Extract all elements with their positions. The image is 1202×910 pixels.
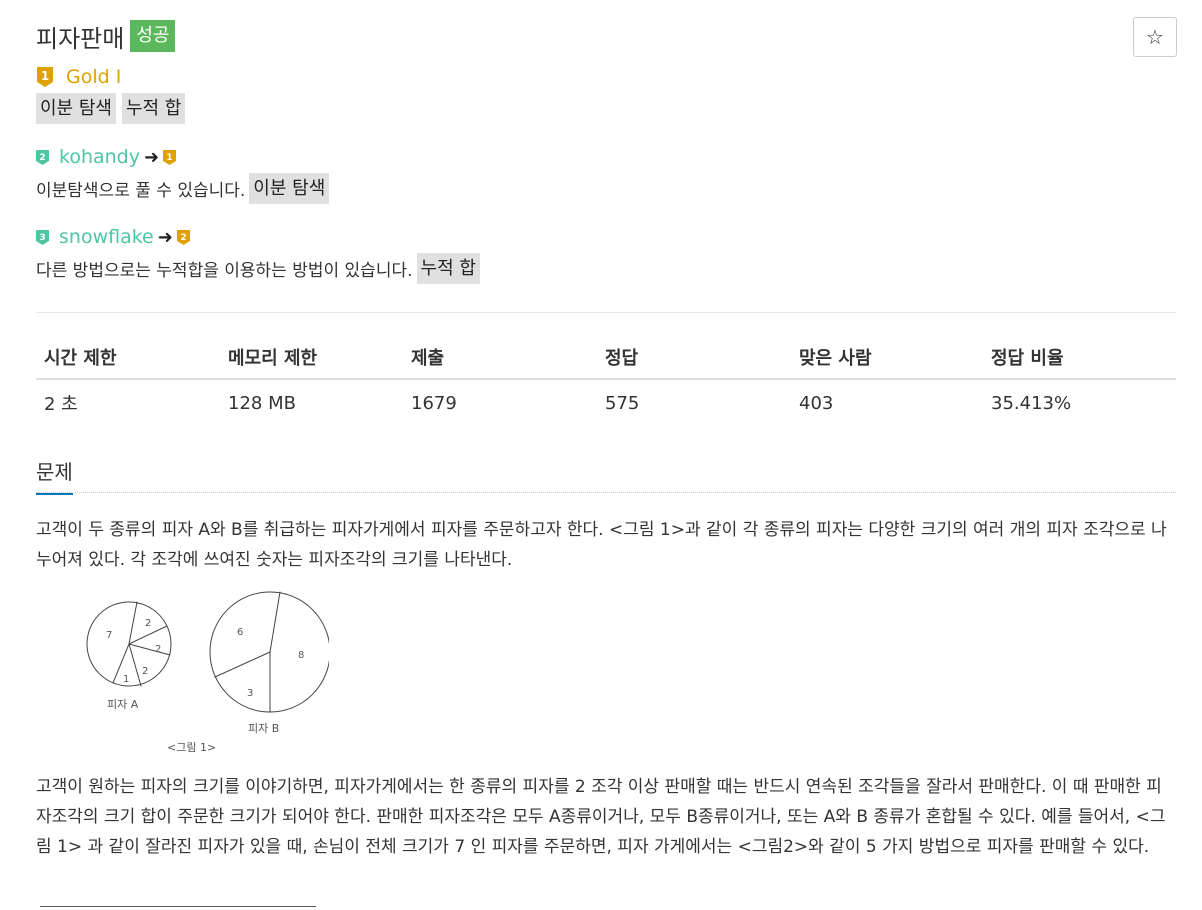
slice-label: 1	[123, 674, 129, 685]
tier-2-icon: 2	[36, 149, 49, 165]
arrow-icon: ➜	[143, 146, 160, 168]
header-memory-limit: 메모리 제한	[220, 335, 403, 380]
pizza-a: 7 2 2 2 1 피자 A	[86, 601, 172, 711]
time-limit-value: 2 초	[44, 394, 78, 415]
slice-label: 7	[106, 630, 112, 641]
header-accept-ratio: 정답 비율	[983, 335, 1176, 380]
pizza-b: 6 8 3 피자 B	[209, 591, 329, 735]
star-icon: ☆	[1146, 25, 1164, 49]
contribution-header: 2 kohandy ➜ 1	[36, 145, 177, 169]
accept-ratio-value: 35.413%	[991, 392, 1072, 414]
submissions-value[interactable]: 1679	[403, 379, 597, 426]
problem-info-table: 시간 제한 메모리 제한 제출 정답 맞은 사람 정답 비율 2 초 128 M…	[36, 335, 1176, 426]
gold-tier-1-icon: 1	[37, 67, 53, 87]
contributor-name[interactable]: kohandy	[59, 146, 140, 168]
figure-caption: <그림 1>	[167, 741, 216, 754]
tier-row: 1 Gold I	[36, 64, 121, 90]
header-submissions: 제출	[403, 335, 597, 380]
slice-label: 3	[247, 688, 253, 699]
table-header-row: 시간 제한 메모리 제한 제출 정답 맞은 사람 정답 비율	[36, 335, 1176, 380]
star-button[interactable]: ☆	[1133, 17, 1177, 57]
header-time-limit: 시간 제한	[36, 335, 220, 380]
tier-label[interactable]: Gold I	[66, 66, 121, 88]
tier-3-icon: 3	[36, 229, 49, 245]
section-title-problem: 문제	[36, 456, 73, 495]
pizza-b-label: 피자 B	[248, 722, 279, 735]
tag-prefix-sum[interactable]: 누적 합	[416, 253, 480, 284]
pizza-figure: 7 2 2 2 1 피자 A 6 8 3 피자 B <그림 1>	[86, 591, 329, 754]
contribution-text: 다른 방법으로는 누적합을 이용하는 방법이 있습니다.	[36, 261, 413, 281]
problem-title: 피자판매	[36, 24, 125, 53]
contributor-name[interactable]: snowflake	[59, 226, 154, 248]
tier-digit: 3	[39, 233, 45, 243]
contribution-header: 3 snowflake ➜ 2	[36, 225, 190, 249]
memory-limit-value: 128 MB	[228, 392, 296, 414]
status-badge: 성공	[130, 20, 176, 52]
next-figure-edge	[40, 906, 316, 907]
tag-binary-search[interactable]: 이분 탐색	[249, 173, 330, 204]
problem-paragraph-2: 고객이 원하는 피자의 크기를 이야기하면, 피자가게에서는 한 종류의 피자를…	[36, 777, 1166, 857]
contribution-comment: 이분탐색으로 풀 수 있습니다. 이분 탐색	[36, 173, 330, 204]
accepted-value[interactable]: 575	[597, 379, 791, 426]
tag-prefix-sum[interactable]: 누적 합	[121, 93, 186, 124]
tier-digit: 2	[39, 153, 45, 163]
problem-paragraph-1: 고객이 두 종류의 피자 A와 B를 취급하는 피자가게에서 피자를 주문하고자…	[36, 520, 1167, 570]
divider	[36, 312, 1176, 313]
header-solved-users: 맞은 사람	[791, 335, 983, 380]
solved-users-value[interactable]: 403	[791, 379, 983, 426]
header-accepted: 정답	[597, 335, 791, 380]
pizza-a-label: 피자 A	[107, 698, 139, 711]
section-header: 문제	[36, 456, 1176, 495]
tier-1-icon: 1	[163, 149, 177, 165]
tag-binary-search[interactable]: 이분 탐색	[36, 93, 116, 124]
tier-2-icon: 2	[176, 229, 190, 245]
tier-digit: 2	[180, 233, 186, 243]
tier-digit: 1	[166, 153, 172, 163]
tier-digit: 1	[41, 69, 49, 83]
slice-label: 2	[155, 644, 161, 655]
slice-label: 8	[298, 650, 304, 661]
slice-label: 2	[142, 666, 148, 677]
contribution-text: 이분탐색으로 풀 수 있습니다.	[36, 181, 246, 201]
table-row: 2 초 128 MB 1679 575 403 35.413%	[36, 379, 1176, 426]
title-row: 피자판매 성공	[36, 16, 176, 56]
tag-list: 이분 탐색 누적 합	[36, 93, 186, 124]
slice-label: 2	[145, 618, 151, 629]
contribution-comment: 다른 방법으로는 누적합을 이용하는 방법이 있습니다. 누적 합	[36, 253, 480, 284]
slice-label: 6	[237, 627, 243, 638]
arrow-icon: ➜	[157, 226, 173, 248]
